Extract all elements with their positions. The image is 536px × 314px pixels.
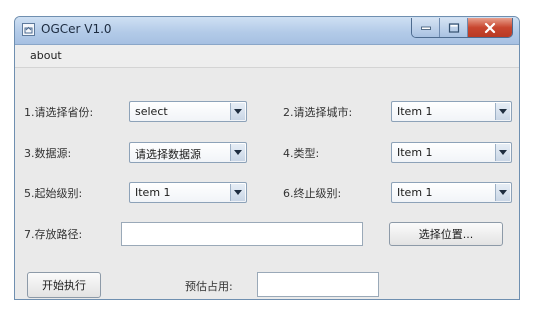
minimize-button[interactable]: [412, 18, 440, 37]
city-select[interactable]: Item 1: [391, 101, 512, 122]
start-level-select-value: Item 1: [135, 186, 171, 199]
source-select[interactable]: 请选择数据源: [129, 142, 247, 163]
type-label: 4.类型:: [283, 147, 320, 160]
chevron-down-icon[interactable]: [495, 184, 510, 201]
window-controls: [411, 18, 513, 38]
end-level-label: 6.终止级别:: [283, 187, 342, 200]
city-label: 2.请选择城市:: [283, 106, 353, 119]
province-select[interactable]: select: [129, 101, 247, 122]
path-label: 7.存放路径:: [24, 228, 83, 241]
maximize-button[interactable]: [440, 18, 468, 37]
app-window: OGCer V1.0 about 1.请选择省份: select 2.请选择城市…: [14, 16, 520, 300]
close-icon: [484, 22, 496, 33]
province-label: 1.请选择省份:: [24, 106, 94, 119]
start-level-select[interactable]: Item 1: [129, 182, 247, 203]
province-select-value: select: [135, 105, 168, 118]
title-bar[interactable]: OGCer V1.0: [15, 17, 519, 45]
end-level-select-value: Item 1: [397, 186, 433, 199]
source-select-value: 请选择数据源: [135, 148, 201, 161]
maximize-icon: [448, 22, 459, 33]
estimate-field: [257, 272, 379, 297]
form-panel: 1.请选择省份: select 2.请选择城市: Item 1 3.数据源: 请…: [15, 68, 519, 299]
start-button[interactable]: 开始执行: [27, 272, 101, 298]
start-level-label: 5.起始级别:: [24, 187, 83, 200]
menu-bar: about: [15, 45, 519, 68]
path-input[interactable]: [121, 222, 363, 246]
estimate-label: 预估占用:: [185, 280, 233, 293]
close-button[interactable]: [468, 18, 512, 37]
window-title: OGCer V1.0: [41, 22, 112, 36]
source-label: 3.数据源:: [24, 147, 72, 160]
city-select-value: Item 1: [397, 105, 433, 118]
chevron-down-icon[interactable]: [495, 144, 510, 161]
window-app-icon[interactable]: [22, 23, 35, 36]
chevron-down-icon[interactable]: [495, 103, 510, 120]
chevron-down-icon[interactable]: [230, 103, 245, 120]
end-level-select[interactable]: Item 1: [391, 182, 512, 203]
chevron-down-icon[interactable]: [230, 144, 245, 161]
chevron-down-icon[interactable]: [230, 184, 245, 201]
menu-item-about[interactable]: about: [30, 49, 62, 62]
choose-location-button[interactable]: 选择位置...: [389, 222, 503, 246]
type-select[interactable]: Item 1: [391, 142, 512, 163]
type-select-value: Item 1: [397, 146, 433, 159]
minimize-icon: [420, 26, 431, 30]
